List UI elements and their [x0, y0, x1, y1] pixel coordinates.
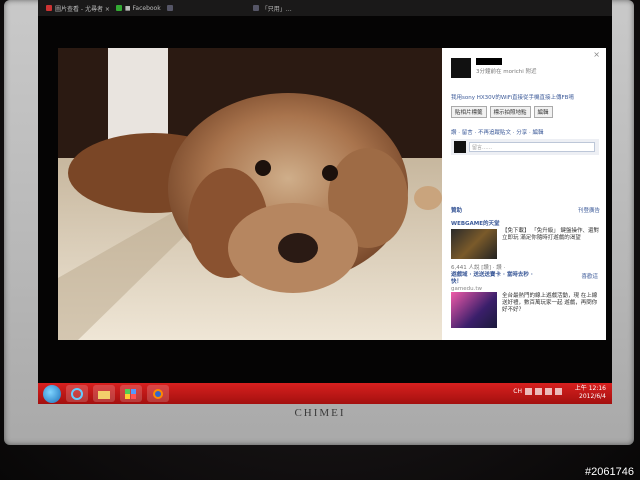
system-tray: CH: [513, 388, 562, 395]
photo-caption: 我用sony HX30V的WiFi直接從手機直接上傳FB唷: [451, 95, 574, 101]
taskbar-firefox-icon[interactable]: [147, 385, 169, 402]
favicon-icon: [115, 5, 122, 11]
photo-viewer: × 3分鐘前在 morichi 附近 我用sony HX30V的WiFi直接從手…: [58, 48, 606, 340]
redacted-username: [476, 58, 502, 65]
favicon-icon: [46, 5, 52, 11]
ad-text: 全台最熱門的線上遊戲活動，現 在上線送好禮，數百萬玩家一起 遊戲，再問你好不好？: [502, 293, 598, 313]
tray-icon[interactable]: [535, 388, 542, 395]
browser-tabstrip: 圖片查看 - 尤尋者 × ■ Facebook 「只用」…: [38, 0, 612, 16]
favicon-icon: [252, 5, 259, 11]
comment-avatar: [454, 141, 466, 153]
ad-image[interactable]: [451, 292, 497, 328]
edit-button[interactable]: 編輯: [533, 106, 553, 118]
avatar[interactable]: [451, 58, 471, 78]
ie-icon: [71, 387, 83, 400]
comment-input[interactable]: 留言……: [469, 142, 595, 152]
browser-tab[interactable]: 圖片查看 - 尤尋者 ×: [46, 3, 110, 13]
comment-row: 留言……: [451, 139, 599, 155]
lang-indicator[interactable]: CH: [513, 388, 522, 395]
ad-text: 【免下載】 「免升級」 鍵盤操作、還對 立即玩 滿足你隨時打遊戲的渴望: [502, 228, 599, 241]
tray-icon[interactable]: [525, 388, 532, 395]
start-button[interactable]: [43, 384, 61, 403]
ad-title[interactable]: 遊戲域 · 送送送寶卡 · 當時去秒 · 快！ gamedu.tw: [451, 272, 541, 293]
close-icon[interactable]: ×: [593, 50, 600, 59]
add-location-button[interactable]: 標示拍照地點: [489, 106, 531, 118]
volume-icon[interactable]: [555, 388, 562, 395]
poodle-image: [58, 48, 443, 340]
ad-like-link[interactable]: 喜歡這: [581, 272, 598, 280]
watermark: #2061746: [585, 466, 634, 478]
post-actions[interactable]: 讚 · 留言 · 不再追蹤貼文 · 分享 · 編輯: [451, 128, 543, 136]
clock[interactable]: 上午 12:16 2012/6/4: [575, 385, 606, 401]
firefox-icon: [153, 388, 163, 399]
photo-action-buttons: 貼相片標籤 標示拍照地點 編輯: [451, 106, 553, 118]
monitor-screen: 圖片查看 - 尤尋者 × ■ Facebook 「只用」… × 3分鐘前在 mo…: [38, 0, 612, 404]
taskbar-ie-icon[interactable]: [66, 385, 88, 402]
taskbar: CH 上午 12:16 2012/6/4: [38, 383, 612, 404]
taskbar-app-icon[interactable]: [120, 385, 142, 402]
tray-icon[interactable]: [545, 388, 552, 395]
ad-title[interactable]: WEBGAME的天堂: [451, 219, 500, 227]
create-ad-link[interactable]: 刊登廣告: [578, 206, 600, 214]
photo-sidebar: × 3分鐘前在 morichi 附近 我用sony HX30V的WiFi直接從手…: [442, 48, 606, 340]
ad-image[interactable]: [451, 229, 497, 259]
browser-tab[interactable]: ■ Facebook: [115, 3, 161, 13]
app-icon: [125, 388, 136, 399]
tag-photo-button[interactable]: 貼相片標籤: [451, 106, 487, 118]
browser-tab[interactable]: [166, 3, 247, 13]
ads-heading: 贊助: [451, 208, 463, 214]
browser-tab[interactable]: 「只用」…: [252, 3, 292, 13]
favicon-icon: [166, 5, 173, 11]
taskbar-folder-icon[interactable]: [93, 385, 115, 402]
ad-stats: 6,441 人說 [讚] · 讚 ·: [451, 265, 506, 271]
monitor-brand: CHIMEI: [294, 407, 346, 419]
dog-photo[interactable]: [58, 48, 443, 340]
post-meta: 3分鐘前在 morichi 附近: [476, 69, 537, 75]
folder-icon: [98, 390, 110, 399]
